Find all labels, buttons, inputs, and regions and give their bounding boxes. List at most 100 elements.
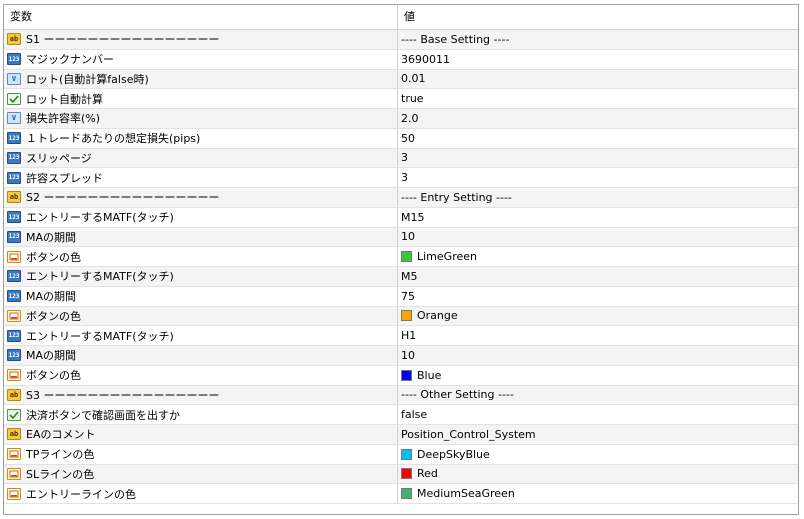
variable-value: false [401,408,428,422]
variable-cell: ab S1 ーーーーーーーーーーーーーーーー [4,30,398,49]
table-row[interactable]: 123 エントリーするMATF(タッチ) M15 [4,207,798,228]
table-row[interactable]: ab S3 ーーーーーーーーーーーーーーーー ---- Other Setting … [4,385,798,406]
variable-name: １トレードあたりの想定損失(pips) [26,132,201,146]
value-cell[interactable]: Blue [398,366,798,385]
color-swatch [401,488,412,500]
integer-type-icon: 123 [7,349,21,362]
variable-cell: 123 MAの期間 [4,346,398,365]
table-row[interactable]: ロット自動計算 true [4,89,798,109]
table-row[interactable]: 決済ボタンで確認画面を出すか false [4,405,798,425]
variable-cell: ボタンの色 [4,247,398,266]
variable-cell: 123 MAの期間 [4,286,398,306]
variable-name: エントリーするMATF(タッチ) [26,270,174,284]
value-cell[interactable]: Red [398,465,798,484]
table-row[interactable]: TPラインの色 DeepSkyBlue [4,444,798,465]
variable-cell: ボタンの色 [4,365,398,385]
table-row[interactable]: V 損失許容率(%) 2.0 [4,109,798,129]
value-cell[interactable]: true [398,89,798,108]
table-row[interactable]: ボタンの色 Orange [4,306,798,327]
variable-cell: 123 MAの期間 [4,227,398,247]
value-cell[interactable]: H1 [398,326,798,345]
variable-name: スリッページ [26,151,92,165]
table-row[interactable]: 123 MAの期間 10 [4,227,798,248]
integer-type-icon: 123 [7,171,21,184]
double-type-icon: V [7,112,21,125]
value-cell[interactable]: LimeGreen [398,247,798,266]
color-swatch [401,369,412,381]
value-cell[interactable]: Position_Control_System [398,425,798,444]
variable-cell: 123 許容スプレッド [4,168,398,187]
variable-value: Position_Control_System [401,427,536,441]
value-cell[interactable]: 50 [398,129,798,148]
variable-name: SLラインの色 [26,467,95,481]
column-header-value[interactable]: 値 [398,5,798,29]
value-cell[interactable]: DeepSkyBlue [398,445,798,464]
variable-name: ボタンの色 [26,250,81,264]
table-row[interactable]: SLラインの色 Red [4,464,798,485]
value-cell[interactable]: 10 [398,346,798,365]
value-cell[interactable]: 3 [398,149,798,168]
variable-value: DeepSkyBlue [417,447,490,461]
value-cell[interactable]: 10 [398,228,798,247]
value-cell[interactable]: false [398,405,798,424]
integer-type-icon: 123 [7,151,21,164]
variable-name: MAの期間 [26,230,77,244]
variable-value: 75 [401,289,415,303]
table-row[interactable]: 123 スリッページ 3 [4,148,798,169]
variable-name: MAの期間 [26,349,77,363]
table-row[interactable]: ボタンの色 Blue [4,365,798,386]
table-row[interactable]: ボタンの色 LimeGreen [4,247,798,267]
value-cell[interactable]: 75 [398,287,798,306]
table-row[interactable]: 123 MAの期間 75 [4,286,798,307]
column-header-variable[interactable]: 変数 [4,5,398,29]
table-row[interactable]: 123 エントリーするMATF(タッチ) M5 [4,267,798,287]
integer-type-icon: 123 [7,290,21,303]
color-swatch [401,251,412,263]
variable-value: 3 [401,151,408,165]
table-row[interactable]: V ロット(自動計算false時) 0.01 [4,69,798,90]
color-swatch [401,468,412,480]
variable-value: 0.01 [401,72,426,86]
table-row[interactable]: ab S2 ーーーーーーーーーーーーーーーー ---- Entry Setting … [4,188,798,208]
double-type-icon: V [7,72,21,85]
value-cell[interactable]: ---- Other Setting ---- [398,386,798,405]
variable-name: S1 ーーーーーーーーーーーーーーーー [26,33,220,47]
table-row[interactable]: 123 マジックナンバー 3690011 [4,49,798,70]
table-header: 変数 値 [4,5,798,30]
value-cell[interactable]: 2.0 [398,109,798,128]
table-row[interactable]: ab S1 ーーーーーーーーーーーーーーーー ---- Base Setting -… [4,30,798,50]
color-swatch [401,448,412,460]
variable-cell: 123 エントリーするMATF(タッチ) [4,207,398,227]
variable-value: MediumSeaGreen [417,487,515,501]
value-cell[interactable]: M5 [398,267,798,286]
value-cell[interactable]: 3690011 [398,50,798,69]
table-row[interactable]: 123 １トレードあたりの想定損失(pips) 50 [4,128,798,149]
variable-value: Red [417,467,438,481]
variable-cell: 123 エントリーするMATF(タッチ) [4,326,398,345]
value-cell[interactable]: ---- Entry Setting ---- [398,188,798,207]
value-cell[interactable]: Orange [398,307,798,326]
variable-value: 10 [401,348,415,362]
table-row[interactable]: 123 許容スプレッド 3 [4,168,798,188]
value-cell[interactable]: M15 [398,208,798,227]
table-row[interactable]: エントリーラインの色 MediumSeaGreen [4,484,798,504]
variable-name: ロット自動計算 [26,92,103,106]
variable-name: エントリーするMATF(タッチ) [26,329,174,343]
value-cell[interactable]: ---- Base Setting ---- [398,30,798,49]
variable-value: 2.0 [401,111,419,125]
color-swatch [401,310,412,322]
variable-cell: V 損失許容率(%) [4,109,398,128]
table-row[interactable]: 123 エントリーするMATF(タッチ) H1 [4,326,798,346]
value-cell[interactable]: MediumSeaGreen [398,484,798,503]
variable-cell: V ロット(自動計算false時) [4,69,398,89]
string-type-icon: ab [7,428,21,441]
integer-type-icon: 123 [7,211,21,224]
color-type-icon [7,309,21,322]
variable-name: S2 ーーーーーーーーーーーーーーーー [26,191,220,205]
variable-value: ---- Other Setting ---- [401,388,514,402]
value-cell[interactable]: 3 [398,168,798,187]
boolean-type-icon [7,408,21,421]
value-cell[interactable]: 0.01 [398,70,798,89]
table-row[interactable]: 123 MAの期間 10 [4,346,798,366]
table-row[interactable]: ab EAのコメント Position_Control_System [4,425,798,445]
